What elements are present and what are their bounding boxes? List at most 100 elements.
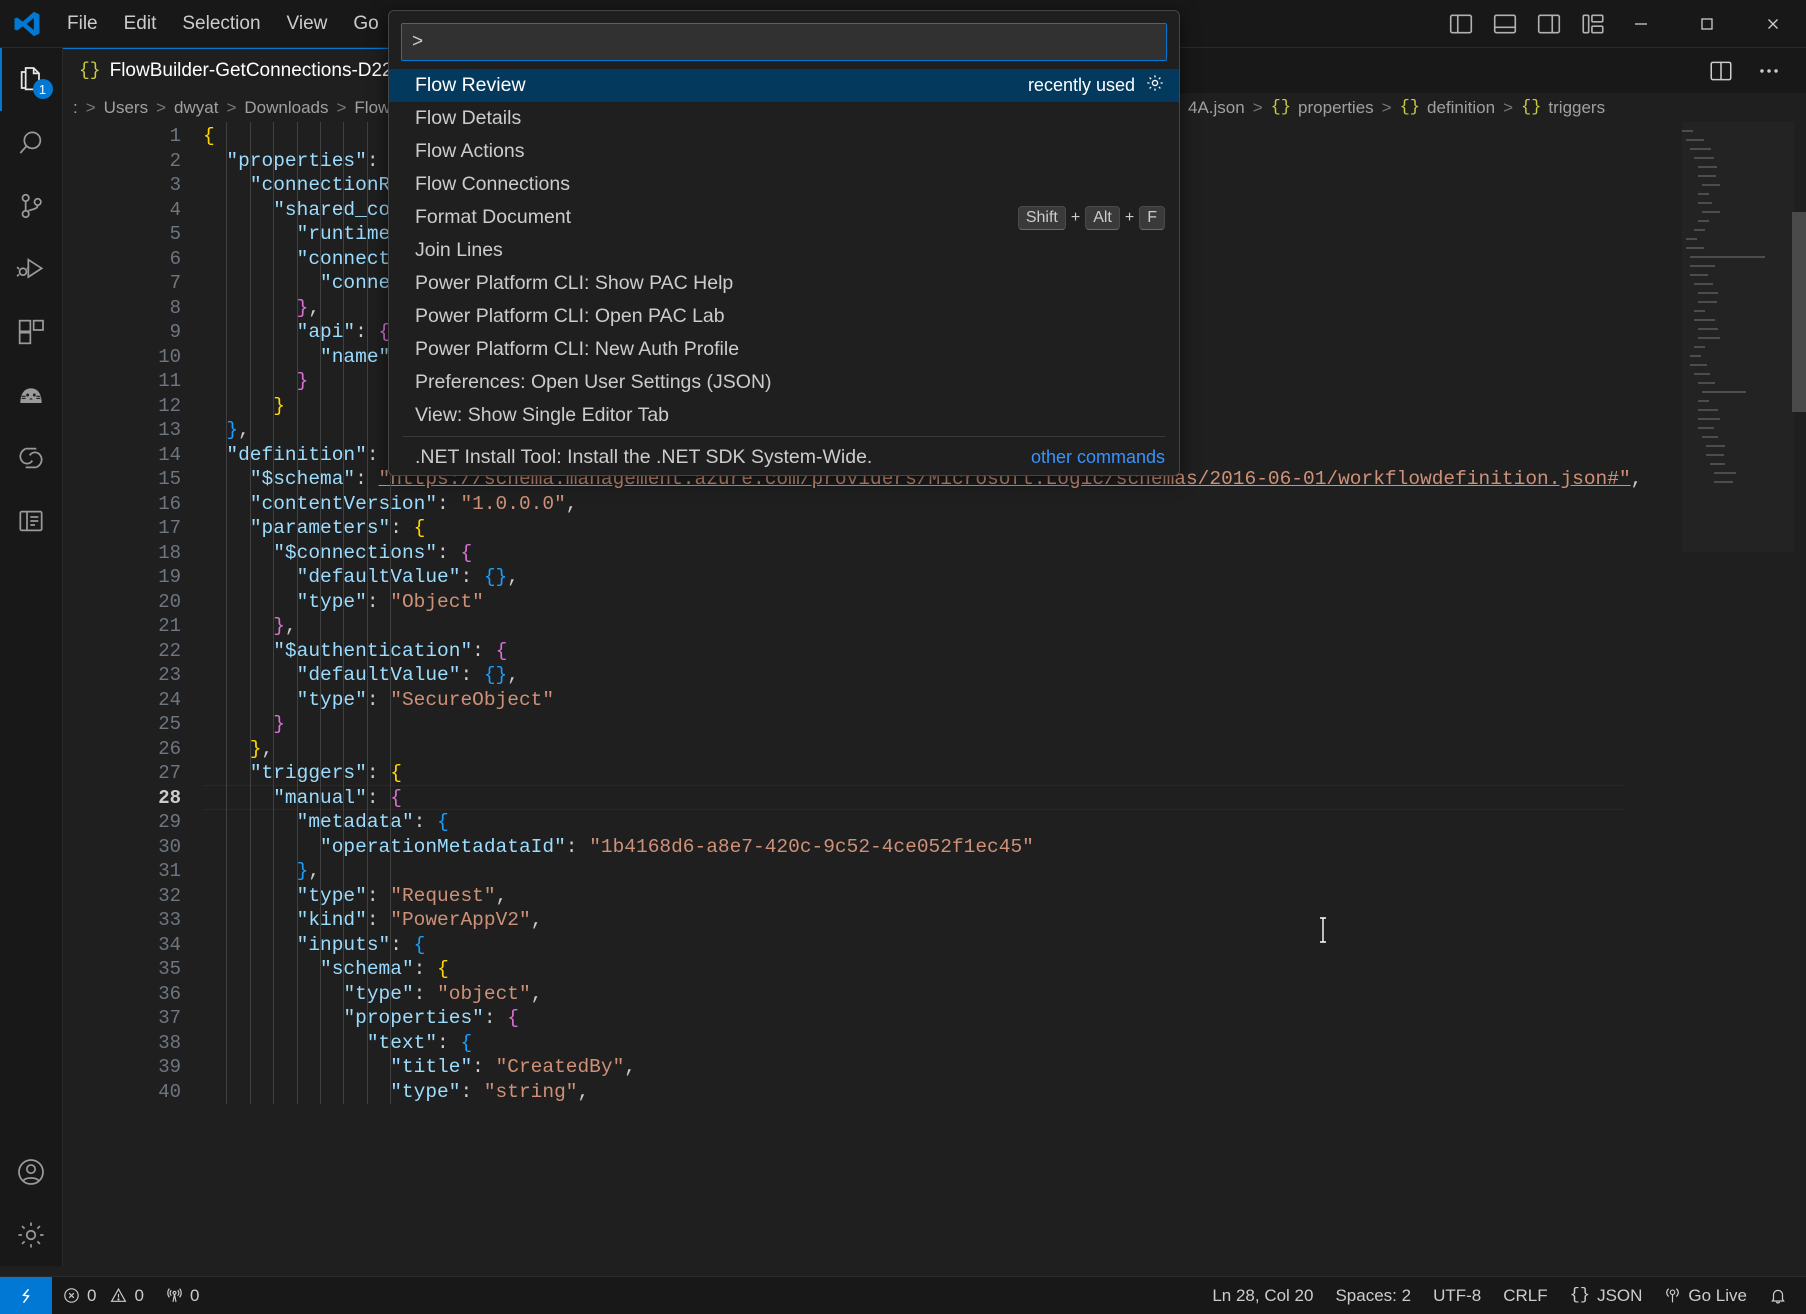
code-line[interactable]: "operationMetadataId": "1b4168d6-a8e7-42… [203, 835, 1034, 860]
code-line[interactable]: "metadata": { [203, 810, 449, 835]
remote-window-icon[interactable] [0, 1277, 52, 1314]
code-line[interactable]: "definition": { [203, 443, 402, 468]
breadcrumb-drive[interactable]: : [73, 98, 78, 118]
breadcrumb-users[interactable]: Users [104, 98, 148, 118]
menu-file[interactable]: File [54, 6, 111, 42]
sidebar-item-accounts[interactable] [0, 1140, 63, 1203]
code-line[interactable]: "manual": { [203, 786, 402, 811]
minimap[interactable] [1682, 122, 1794, 552]
minimap-line [1698, 409, 1718, 411]
code-token: "operationMetadataId" [320, 836, 566, 858]
status-go-live[interactable]: Go Live [1653, 1277, 1758, 1314]
breadcrumb-downloads[interactable]: Downloads [244, 98, 328, 118]
command-palette-item[interactable]: Power Platform CLI: Show PAC Help [389, 267, 1179, 300]
command-palette-item[interactable]: Power Platform CLI: Open PAC Lab [389, 300, 1179, 333]
breadcrumb-definition[interactable]: definition [1427, 98, 1495, 118]
command-palette-list[interactable]: Flow Reviewrecently usedFlow DetailsFlow… [389, 69, 1179, 476]
status-eol[interactable]: CRLF [1492, 1277, 1558, 1314]
status-ports[interactable]: 0 [155, 1277, 210, 1314]
minimap-line [1686, 139, 1704, 141]
status-problems[interactable]: 0 0 [52, 1277, 155, 1314]
command-palette-item[interactable]: Format DocumentShift+Alt+F [389, 201, 1179, 234]
status-language-mode[interactable]: {} JSON [1559, 1277, 1654, 1314]
sidebar-item-power-platform[interactable] [0, 426, 63, 489]
command-palette-item[interactable]: View: Show Single Editor Tab [389, 399, 1179, 432]
menu-go[interactable]: Go [340, 6, 391, 42]
code-line[interactable]: "type": "Request", [203, 884, 507, 909]
toggle-secondary-sidebar-icon[interactable] [1536, 11, 1562, 37]
command-palette-item[interactable]: Flow Details [389, 102, 1179, 135]
menu-selection[interactable]: Selection [169, 6, 273, 42]
line-number: 13 [63, 418, 181, 443]
minimize-icon[interactable] [1608, 0, 1674, 48]
code-line[interactable]: "text": { [203, 1031, 472, 1056]
code-line[interactable]: "kind": "PowerAppV2", [203, 908, 542, 933]
line-number: 23 [63, 663, 181, 688]
command-palette-item-keybinding: Shift+Alt+F [1018, 206, 1165, 230]
code-line[interactable]: } [203, 369, 308, 394]
command-palette-item[interactable]: .NET Install Tool: Report an issue with … [389, 474, 1179, 476]
sidebar-item-source-control[interactable] [0, 174, 63, 237]
code-line[interactable]: "parameters": { [203, 516, 425, 541]
sidebar-item-manage-gear-icon[interactable] [0, 1203, 63, 1266]
code-token: : [367, 444, 390, 466]
toggle-panel-icon[interactable] [1492, 11, 1518, 37]
code-line[interactable]: "$connections": { [203, 541, 472, 566]
menu-edit[interactable]: Edit [111, 6, 170, 42]
command-palette-item[interactable]: .NET Install Tool: Install the .NET SDK … [389, 441, 1179, 474]
code-line[interactable]: }, [203, 737, 273, 762]
command-palette-item[interactable]: Power Platform CLI: New Auth Profile [389, 333, 1179, 366]
status-notifications[interactable] [1758, 1277, 1798, 1314]
close-icon[interactable] [1740, 0, 1806, 48]
maximize-icon[interactable] [1674, 0, 1740, 48]
sidebar-item-run-and-debug[interactable] [0, 237, 63, 300]
command-palette-item-meta: recently used [1028, 73, 1165, 99]
command-palette-item[interactable]: Flow Actions [389, 135, 1179, 168]
code-line[interactable]: "triggers": { [203, 761, 402, 786]
sidebar-item-extensions[interactable] [0, 300, 63, 363]
breadcrumb-file[interactable]: 4A.json [1188, 98, 1245, 118]
sidebar-item-explorer[interactable]: 1 [0, 48, 63, 111]
code-line[interactable]: "type": "SecureObject" [203, 688, 554, 713]
status-cursor-position[interactable]: Ln 28, Col 20 [1201, 1277, 1324, 1314]
breadcrumb-separator: > [86, 98, 96, 118]
more-actions-icon[interactable] [1756, 58, 1782, 84]
breadcrumb-triggers[interactable]: triggers [1548, 98, 1605, 118]
code-line[interactable]: "type": "object", [203, 982, 542, 1007]
code-token: { [437, 958, 449, 980]
breadcrumb-properties[interactable]: properties [1298, 98, 1374, 118]
code-token: } [273, 615, 285, 637]
command-palette-item[interactable]: Join Lines [389, 234, 1179, 267]
code-line[interactable]: "$authentication": { [203, 639, 507, 664]
command-palette[interactable]: Flow Reviewrecently usedFlow DetailsFlow… [388, 10, 1180, 476]
sidebar-item-otter-extension[interactable] [0, 363, 63, 426]
command-palette-item[interactable]: Flow Reviewrecently used [389, 69, 1179, 102]
command-palette-item[interactable]: Preferences: Open User Settings (JSON) [389, 366, 1179, 399]
code-line[interactable]: { [203, 124, 215, 149]
minimap-line [1694, 229, 1705, 231]
code-token: "string" [484, 1081, 578, 1103]
breadcrumb-dwyat[interactable]: dwyat [174, 98, 218, 118]
split-editor-icon[interactable] [1708, 58, 1734, 84]
code-line[interactable]: "title": "CreatedBy", [203, 1055, 636, 1080]
status-encoding[interactable]: UTF-8 [1422, 1277, 1492, 1314]
menu-view[interactable]: View [274, 6, 341, 42]
sidebar-item-docs-panel[interactable] [0, 489, 63, 552]
command-palette-item[interactable]: Flow Connections [389, 168, 1179, 201]
sidebar-item-search[interactable] [0, 111, 63, 174]
keybinding-plus: + [1071, 209, 1080, 227]
code-line[interactable]: }, [203, 859, 320, 884]
code-line[interactable]: "properties": { [203, 149, 402, 174]
status-indentation[interactable]: Spaces: 2 [1324, 1277, 1422, 1314]
code-line[interactable]: "type": "string", [203, 1080, 589, 1105]
toggle-primary-sidebar-icon[interactable] [1448, 11, 1474, 37]
code-line[interactable]: "inputs": { [203, 933, 425, 958]
code-line[interactable]: "schema": { [203, 957, 449, 982]
command-palette-input[interactable] [401, 23, 1167, 61]
code-token: "properties" [343, 1007, 483, 1029]
customize-layout-icon[interactable] [1580, 11, 1606, 37]
vertical-scrollbar[interactable] [1792, 212, 1806, 412]
code-line[interactable]: }, [203, 296, 320, 321]
line-number: 33 [63, 908, 181, 933]
gear-icon[interactable] [1145, 73, 1165, 99]
